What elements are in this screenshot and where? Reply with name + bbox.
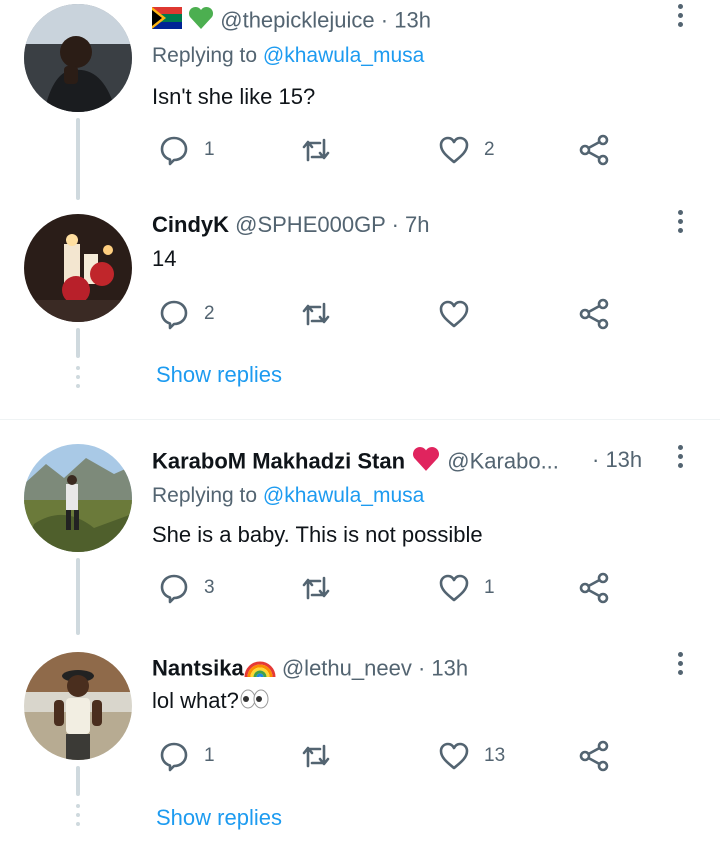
share-button[interactable] <box>578 298 610 330</box>
retweet-icon <box>302 138 330 162</box>
share-button[interactable] <box>578 572 610 604</box>
replying-to-label: Replying to <box>152 484 258 507</box>
eyes-icon <box>239 688 269 717</box>
more-icon[interactable] <box>668 652 692 680</box>
tweet-text: Isn't she like 15? <box>152 84 316 109</box>
replying-to: Replying to @khawula_musa <box>152 42 424 70</box>
tweet-header: CindyK @SPHE000GP · 7h <box>152 211 430 239</box>
tweet-time[interactable]: · 13h <box>592 447 642 472</box>
user-handle[interactable]: @thepicklejuice <box>220 7 374 32</box>
tweet-1[interactable]: @thepicklejuice · 13h Replying to @khawu… <box>0 0 720 200</box>
reply-count: 1 <box>204 745 215 766</box>
retweet-icon <box>302 744 330 768</box>
like-button[interactable] <box>438 298 470 330</box>
avatar[interactable] <box>24 652 132 760</box>
more-icon[interactable] <box>668 210 692 238</box>
thread-line <box>76 118 80 200</box>
user-handle[interactable]: @SPHE000GP <box>235 212 385 237</box>
like-button[interactable]: 13 <box>438 740 505 772</box>
avatar[interactable] <box>24 214 132 322</box>
like-count: 13 <box>484 745 506 766</box>
tweet-text: She is a baby. This is not possible <box>152 522 483 547</box>
like-button[interactable]: 2 <box>438 134 495 166</box>
like-icon <box>439 742 469 770</box>
tweet-text: lol what? <box>152 687 269 717</box>
like-count: 1 <box>484 577 495 598</box>
share-button[interactable] <box>578 740 610 772</box>
tweet-2[interactable]: CindyK @SPHE000GP · 7h 14 2 Show replies <box>0 200 720 420</box>
retweet-icon <box>302 302 330 326</box>
thread-line <box>76 766 80 796</box>
share-icon <box>579 740 609 772</box>
red-heart-icon <box>411 446 441 479</box>
user-name[interactable]: Nantsika <box>152 655 244 680</box>
tweet-header: KaraboM Makhadzi Stan @Karabo... <box>152 446 559 479</box>
tweet-time[interactable]: · 13h <box>418 655 468 680</box>
like-button[interactable]: 1 <box>438 572 495 604</box>
share-icon <box>579 572 609 604</box>
user-name[interactable]: KaraboM Makhadzi Stan <box>152 448 405 473</box>
share-icon <box>579 134 609 166</box>
like-icon <box>439 574 469 602</box>
replying-to-link[interactable]: @khawula_musa <box>263 44 424 67</box>
tweet-4[interactable]: Nantsika @lethu_neev · 13h lol what? 1 1… <box>0 635 720 861</box>
more-replies-dots <box>76 804 80 831</box>
thread-line <box>76 558 80 635</box>
like-icon <box>439 136 469 164</box>
reply-button[interactable]: 1 <box>158 134 215 166</box>
reply-icon <box>160 300 188 330</box>
like-count: 2 <box>484 139 495 160</box>
tweet-text: 14 <box>152 246 177 271</box>
share-button[interactable] <box>578 134 610 166</box>
more-icon[interactable] <box>668 445 692 473</box>
share-icon <box>579 298 609 330</box>
reply-button[interactable]: 3 <box>158 572 215 604</box>
tweet-3[interactable]: KaraboM Makhadzi Stan @Karabo... · 13h R… <box>0 420 720 635</box>
rainbow-icon <box>244 653 276 686</box>
user-handle[interactable]: @lethu_neev <box>282 655 412 680</box>
retweet-button[interactable] <box>300 740 332 772</box>
tweet-time[interactable]: · 7h <box>392 212 430 237</box>
reply-icon <box>160 136 188 166</box>
avatar[interactable] <box>24 4 132 112</box>
retweet-button[interactable] <box>300 134 332 166</box>
user-handle[interactable]: @Karabo... <box>447 448 559 473</box>
reply-count: 3 <box>204 577 215 598</box>
more-icon[interactable] <box>668 4 692 32</box>
south-africa-flag-icon <box>152 7 182 36</box>
reply-count: 2 <box>204 303 215 324</box>
reply-button[interactable]: 1 <box>158 740 215 772</box>
tweet-time-wrap: · 13h <box>592 446 642 474</box>
tweet-header: Nantsika @lethu_neev · 13h <box>152 653 468 686</box>
green-heart-icon <box>188 6 214 37</box>
tweet-header: @thepicklejuice · 13h <box>152 6 431 37</box>
like-icon <box>439 300 469 328</box>
reply-icon <box>160 574 188 604</box>
replying-to: Replying to @khawula_musa <box>152 482 424 510</box>
show-replies-link[interactable]: Show replies <box>156 362 282 388</box>
reply-count: 1 <box>204 139 215 160</box>
reply-icon <box>160 742 188 772</box>
replying-to-link[interactable]: @khawula_musa <box>263 484 424 507</box>
tweet-text-body: lol what? <box>152 688 239 713</box>
reply-button[interactable]: 2 <box>158 298 215 330</box>
avatar[interactable] <box>24 444 132 552</box>
thread-line <box>76 328 80 358</box>
show-replies-link[interactable]: Show replies <box>156 805 282 831</box>
tweet-time[interactable]: · 13h <box>381 7 431 32</box>
more-replies-dots <box>76 366 80 393</box>
replying-to-label: Replying to <box>152 44 258 67</box>
user-name[interactable]: CindyK <box>152 212 229 237</box>
retweet-icon <box>302 576 330 600</box>
retweet-button[interactable] <box>300 298 332 330</box>
retweet-button[interactable] <box>300 572 332 604</box>
